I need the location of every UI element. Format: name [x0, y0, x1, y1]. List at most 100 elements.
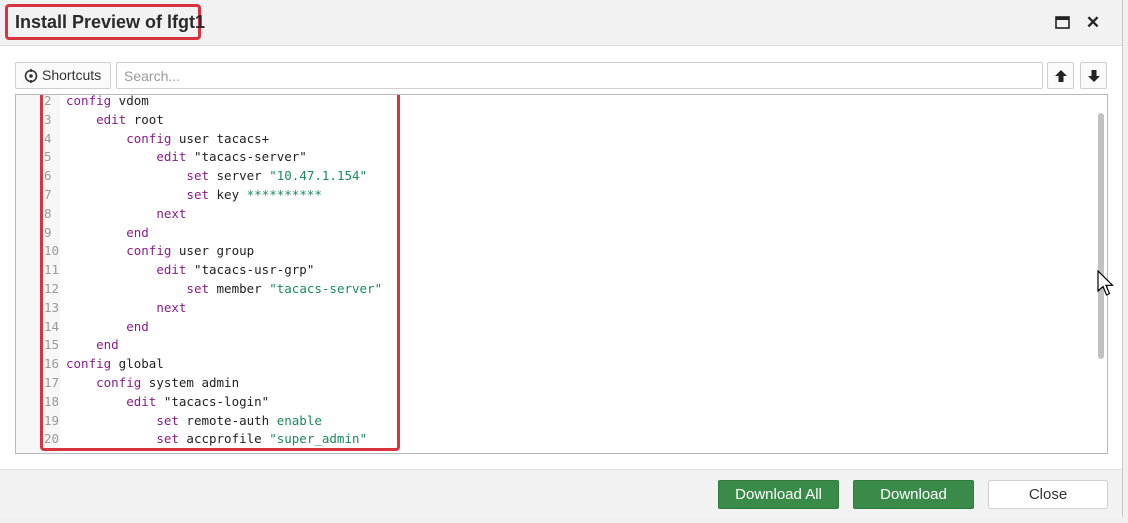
code-line: 14 end: [16, 318, 1096, 337]
arrow-up-icon: [1055, 70, 1067, 82]
line-number: 6: [44, 168, 52, 184]
code-line: 13 next: [16, 299, 1096, 318]
code-token: key: [209, 186, 247, 202]
line-number: 11: [44, 262, 60, 278]
code-line: 18 edit "tacacs-login": [16, 393, 1096, 412]
code-text: end: [66, 336, 119, 355]
code-line: 19 set remote-auth enable: [16, 412, 1096, 431]
line-number: 16: [44, 356, 60, 372]
code-string: "10.47.1.154": [269, 168, 368, 184]
code-token: user group: [171, 243, 255, 259]
line-number: 9: [44, 224, 52, 240]
code-keyword: end: [96, 337, 119, 353]
code-keyword: edit: [96, 111, 127, 127]
code-text: set remote-auth enable: [66, 412, 322, 431]
dialog-footer: Download All Download Close: [0, 469, 1122, 517]
code-text: set key **********: [66, 186, 322, 205]
code-text: config global: [66, 355, 164, 374]
code-line: 3 edit root: [16, 111, 1096, 130]
shortcuts-icon: [24, 69, 38, 83]
code-token: server: [209, 168, 270, 184]
code-text: config user tacacs+: [66, 130, 269, 149]
code-token: vdom: [111, 94, 149, 108]
code-text: edit "tacacs-usr-grp": [66, 261, 314, 280]
code-text: config vdom: [66, 94, 149, 111]
code-text: config system admin: [66, 374, 239, 393]
code-line: 8 next: [16, 205, 1096, 224]
code-token: root: [126, 111, 164, 127]
search-next-button[interactable]: [1080, 62, 1107, 89]
code-token: remote-auth: [178, 412, 277, 428]
line-number: 12: [44, 280, 60, 296]
mouse-cursor-icon: [1097, 270, 1114, 296]
arrow-down-icon: [1088, 70, 1100, 82]
line-number: 18: [44, 393, 60, 409]
maximize-button[interactable]: [1053, 13, 1073, 33]
code-string: enable: [276, 412, 322, 428]
line-number: 8: [44, 205, 52, 221]
code-string: **********: [246, 186, 322, 202]
search-previous-button[interactable]: [1047, 62, 1074, 89]
config-preview-editor[interactable]: 2 config vdom 3 edit root 4 config user tac…: [15, 94, 1108, 454]
download-all-button[interactable]: Download All: [718, 480, 839, 509]
code-token: member: [209, 280, 270, 296]
code-line: 7 set key **********: [16, 186, 1096, 205]
code-line: 2 config vdom: [16, 94, 1096, 111]
search-input[interactable]: [116, 62, 1043, 89]
code-line: 20 set accprofile "super_admin": [16, 430, 1096, 449]
code-text: edit "tacacs-server": [66, 148, 307, 167]
maximize-icon: [1055, 16, 1070, 29]
code-line: 10 config user group: [16, 242, 1096, 261]
code-line: 15 end: [16, 336, 1096, 355]
code-keyword: next: [156, 205, 187, 221]
code-line: 12 set member "tacacs-server": [16, 280, 1096, 299]
line-number: 20: [44, 431, 60, 447]
vertical-scrollbar[interactable]: [1098, 113, 1104, 359]
shortcuts-label: Shortcuts: [42, 67, 102, 83]
line-number: 3: [44, 111, 52, 127]
code-token: "tacacs-server": [186, 149, 307, 165]
code-text: next: [66, 205, 186, 224]
code-string: "super_admin": [269, 431, 368, 447]
code-keyword: config: [96, 374, 142, 390]
code-keyword: next: [156, 299, 187, 315]
close-window-button[interactable]: ✕: [1083, 13, 1103, 33]
dialog-titlebar: Install Preview of lfgt1 ✕: [0, 0, 1122, 46]
close-button[interactable]: Close: [988, 480, 1108, 509]
code-text: end: [66, 224, 149, 243]
shortcuts-button[interactable]: Shortcuts: [15, 62, 111, 89]
code-keyword: edit: [156, 149, 187, 165]
code-text: set server "10.47.1.154": [66, 167, 367, 186]
code-keyword: edit: [156, 262, 187, 278]
code-keyword: set: [186, 168, 209, 184]
line-number: 7: [44, 186, 52, 202]
line-number: 14: [44, 318, 60, 334]
code-text: end: [66, 318, 149, 337]
download-button[interactable]: Download: [853, 480, 974, 509]
code-line: 17 config system admin: [16, 374, 1096, 393]
code-keyword: config: [66, 356, 112, 372]
code-token: accprofile: [178, 431, 270, 447]
install-preview-dialog: Install Preview of lfgt1 ✕ Shortcuts Sea…: [0, 0, 1123, 517]
code-text: next: [66, 299, 186, 318]
close-icon: ✕: [1085, 13, 1101, 32]
code-line: 5 edit "tacacs-server": [16, 148, 1096, 167]
code-token: system admin: [141, 374, 240, 390]
code-text: set member "tacacs-server": [66, 280, 382, 299]
code-text: config user group: [66, 242, 254, 261]
code-text: edit "tacacs-login": [66, 393, 269, 412]
